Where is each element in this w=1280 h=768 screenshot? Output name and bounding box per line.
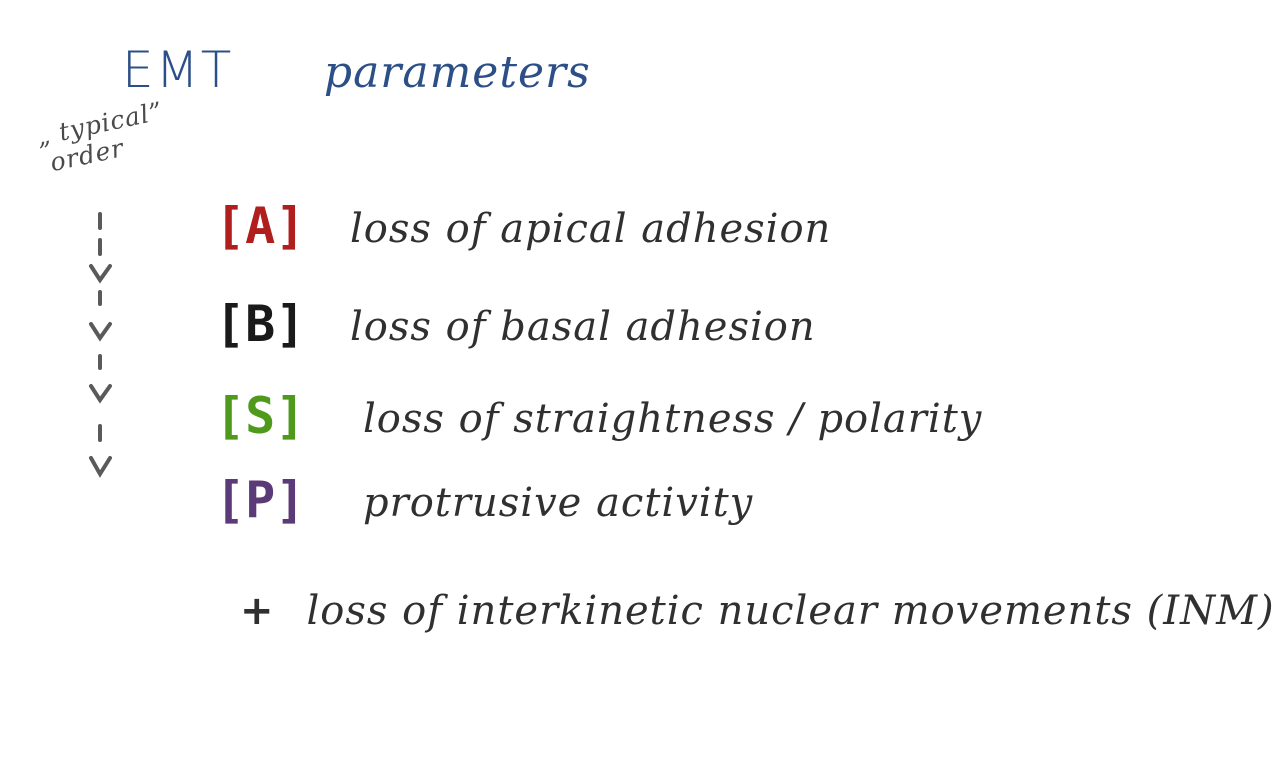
title-parameters: parameters	[323, 47, 591, 98]
parameter-description-p: protrusive activity	[363, 480, 754, 526]
parameter-description-a: loss of apical adhesion	[350, 206, 832, 252]
typical-order-label: „ typical” order	[34, 96, 172, 179]
diagram-title: EMT parameters	[122, 40, 591, 103]
parameter-badge-p: [P]	[215, 471, 306, 529]
parameter-description-b: loss of basal adhesion	[350, 304, 816, 350]
plus-icon: +	[240, 588, 275, 634]
arrow-head	[89, 384, 112, 404]
dashed-order-arrow-icon	[89, 212, 112, 478]
extra-parameter-text: loss of interkinetic nuclear movements (…	[306, 588, 1275, 634]
parameter-badge-s: [S]	[215, 387, 306, 445]
extra-parameter-inm: + loss of interkinetic nuclear movements …	[240, 586, 1275, 636]
parameter-description-s: loss of straightness / polarity	[363, 396, 983, 442]
arrow-head	[89, 456, 112, 478]
title-emt: EMT	[122, 41, 234, 99]
arrow-head	[89, 322, 112, 342]
parameter-badge-a: [A]	[215, 197, 306, 255]
arrow-head	[89, 264, 112, 284]
parameter-badge-b: [B]	[215, 295, 306, 353]
